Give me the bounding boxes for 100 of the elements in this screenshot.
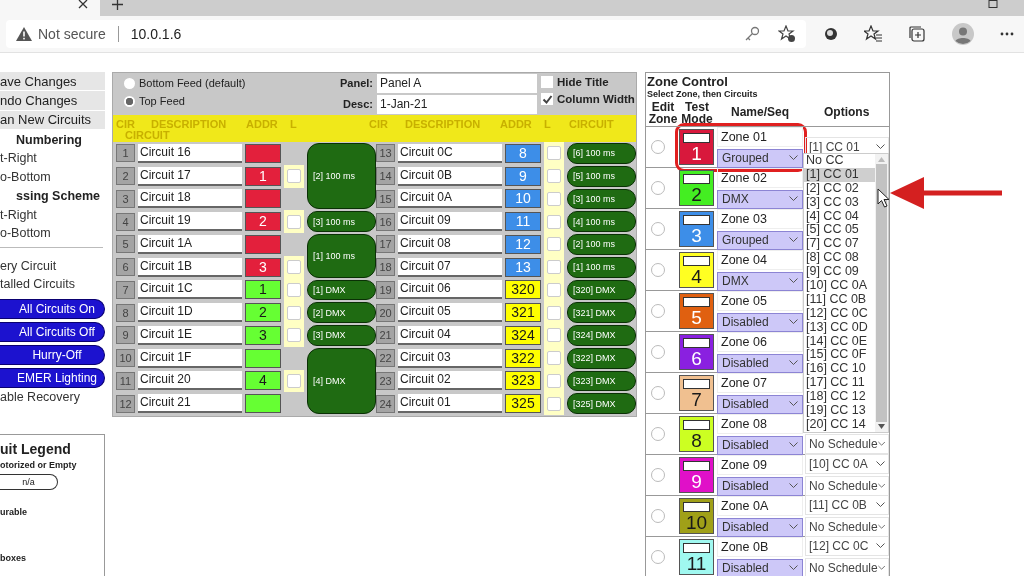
schedule-select[interactable]: No Schedule	[805, 476, 889, 496]
cc-select[interactable]: [11] CC 0B	[805, 495, 889, 515]
sidebar-option[interactable]: o-Bottom	[0, 167, 105, 187]
radio-button[interactable]	[124, 77, 135, 89]
address-cell[interactable]: 3	[245, 325, 281, 345]
description-field[interactable]: Circuit 08	[398, 234, 502, 254]
zone-name-field[interactable]: Zone 08	[717, 413, 803, 434]
action-button[interactable]: EMER Lighting	[0, 367, 105, 388]
schedule-select[interactable]: No Schedule	[805, 434, 889, 454]
action-button[interactable]: Hurry-Off	[0, 344, 105, 365]
zone-name-field[interactable]: Zone 0A	[717, 495, 803, 516]
zone-swatch[interactable]: 9	[679, 457, 714, 493]
circuit-pill[interactable]: [320] DMX	[567, 279, 636, 301]
description-field[interactable]: Circuit 0B	[398, 166, 502, 186]
description-field[interactable]: Circuit 05	[398, 303, 502, 323]
mode-select[interactable]: DMX	[717, 189, 803, 209]
circuit-pill[interactable]: [4] 100 ms	[567, 211, 636, 232]
description-field[interactable]: Circuit 1C	[138, 280, 242, 300]
description-field[interactable]: Circuit 16	[138, 143, 242, 163]
description-field[interactable]: Circuit 18	[138, 189, 242, 209]
radio-button[interactable]	[651, 304, 665, 318]
zone-name-field[interactable]: Zone 06	[717, 331, 803, 352]
description-field[interactable]: Circuit 19	[138, 212, 242, 232]
mode-select[interactable]: Grouped	[717, 230, 803, 250]
extension-icon[interactable]	[824, 27, 838, 41]
circuit-pill[interactable]: [4] DMX	[307, 347, 376, 414]
zone-name-field[interactable]: Zone 05	[717, 290, 803, 311]
dropdown-option[interactable]: [12] CC 0C	[804, 306, 875, 321]
zone-name-field[interactable]: Zone 03	[717, 208, 803, 229]
address-cell[interactable]	[245, 394, 281, 414]
zone-swatch[interactable]: 5	[679, 293, 714, 329]
address-cell[interactable]: 2	[245, 212, 281, 232]
dropdown-option[interactable]: [2] CC 02	[804, 181, 875, 196]
circuit-pill[interactable]: [321] DMX	[567, 302, 636, 323]
sidebar-link[interactable]: talled Circuits	[0, 275, 105, 294]
description-field[interactable]: Circuit 0A	[398, 189, 502, 209]
more-icon[interactable]	[1000, 32, 1014, 36]
key-icon[interactable]	[744, 26, 760, 42]
address-cell[interactable]: 324	[505, 325, 541, 345]
dropdown-option[interactable]: [9] CC 09	[804, 265, 875, 279]
radio-button[interactable]	[651, 509, 665, 523]
checkbox[interactable]	[541, 76, 553, 88]
scrollbar-thumb[interactable]	[876, 164, 887, 422]
address-bar[interactable]: Not secure 10.0.1.6	[6, 20, 806, 48]
zone-name-field[interactable]: Zone 01	[717, 126, 803, 147]
zone-swatch[interactable]: 10	[679, 498, 714, 534]
dropdown-option[interactable]: [13] CC 0D	[804, 320, 875, 335]
new-tab-icon[interactable]	[112, 0, 123, 10]
mode-select[interactable]: Disabled	[717, 312, 803, 332]
favorite-add-icon[interactable]	[778, 25, 796, 43]
schedule-select[interactable]: No Schedule	[805, 558, 889, 576]
scrollbar[interactable]	[875, 154, 888, 432]
favorites-icon[interactable]	[864, 25, 882, 43]
circuit-pill[interactable]: [325] DMX	[567, 393, 636, 414]
address-cell[interactable]	[245, 189, 281, 209]
action-button[interactable]: All Circuits On	[0, 298, 105, 319]
description-field[interactable]: Circuit 07	[398, 257, 502, 277]
dropdown-option[interactable]: [15] CC 0F	[804, 348, 875, 363]
circuit-pill[interactable]: [2] 100 ms	[567, 234, 636, 255]
circuit-pill[interactable]: [322] DMX	[567, 347, 636, 369]
zone-name-field[interactable]: Zone 07	[717, 372, 803, 393]
mode-select[interactable]: Disabled	[717, 476, 803, 496]
zone-swatch[interactable]: 11	[679, 539, 714, 575]
action-button[interactable]: All Circuits Off	[0, 321, 105, 342]
zone-swatch[interactable]: 2	[679, 170, 714, 206]
mode-select[interactable]: Grouped	[717, 148, 803, 168]
profile-icon[interactable]	[952, 23, 974, 45]
description-field[interactable]: Circuit 1F	[138, 348, 242, 368]
sidebar-option[interactable]: t-Right	[0, 205, 105, 225]
description-field[interactable]: Circuit 20	[138, 371, 242, 391]
address-cell[interactable]: 2	[245, 303, 281, 323]
sidebar-option[interactable]: o-Bottom	[0, 224, 105, 243]
circuit-pill[interactable]: [3] 100 ms	[567, 188, 636, 210]
description-field[interactable]: Circuit 01	[398, 394, 502, 414]
mode-select[interactable]: Disabled	[717, 517, 803, 537]
dropdown-option[interactable]: [19] CC 13	[804, 404, 875, 418]
dropdown-option[interactable]: [3] CC 03	[804, 195, 875, 210]
circuit-pill[interactable]: [324] DMX	[567, 325, 636, 346]
description-field[interactable]: Circuit 09	[398, 212, 502, 232]
dropdown-option[interactable]: [16] CC 10	[804, 362, 875, 377]
description-field[interactable]: Circuit 1E	[138, 325, 242, 345]
mode-select[interactable]: Disabled	[717, 558, 803, 576]
mode-select[interactable]: DMX	[717, 271, 803, 291]
description-field[interactable]: Circuit 17	[138, 166, 242, 186]
sidebar-option[interactable]: able Recovery	[0, 387, 105, 407]
mode-select[interactable]: Disabled	[717, 394, 803, 414]
cc-select[interactable]: [12] CC 0C	[805, 536, 889, 556]
zone-name-field[interactable]: Zone 09	[717, 454, 803, 475]
description-field[interactable]: Circuit 03	[398, 348, 502, 368]
circuit-pill[interactable]: [323] DMX	[567, 370, 636, 392]
description-field[interactable]: Circuit 06	[398, 280, 502, 300]
sidebar-button[interactable]: ave Changes	[0, 72, 105, 92]
circuit-pill[interactable]: [5] 100 ms	[567, 165, 636, 187]
circuit-pill[interactable]: [1] 100 ms	[567, 256, 636, 278]
sidebar-button[interactable]: an New Circuits	[0, 110, 105, 130]
description-field[interactable]: Circuit 0C	[398, 143, 502, 163]
address-cell[interactable]	[245, 348, 281, 368]
circuit-pill[interactable]: [6] 100 ms	[567, 143, 636, 164]
radio-button[interactable]	[651, 345, 665, 359]
zone-swatch[interactable]: 4	[679, 252, 714, 288]
